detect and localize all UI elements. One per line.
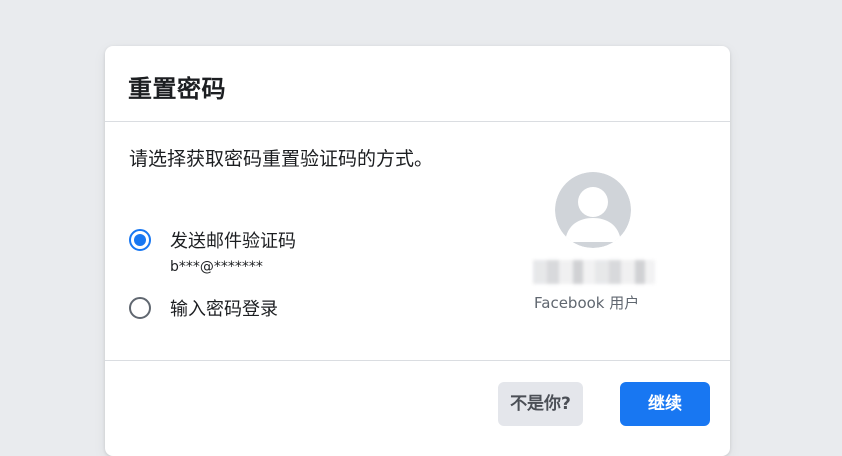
dialog-header: 重置密码 — [105, 46, 730, 122]
continue-button[interactable]: 继续 — [620, 382, 710, 426]
footer-divider — [105, 360, 730, 361]
profile-label: Facebook 用户 — [534, 294, 640, 312]
instruction-text: 请选择获取密码重置验证码的方式。 — [129, 148, 434, 170]
masked-email: b***@******* — [170, 259, 263, 275]
option-email-code-label: 发送邮件验证码 — [170, 231, 296, 252]
radio-email-code[interactable] — [129, 229, 151, 251]
reset-password-dialog: 重置密码 请选择获取密码重置验证码的方式。 发送邮件验证码 b***@*****… — [105, 46, 730, 456]
profile-card: Facebook 用户 — [525, 168, 685, 318]
blurred-name — [533, 260, 655, 284]
dialog-title: 重置密码 — [128, 75, 226, 103]
default-user-silhouette-icon — [555, 172, 631, 248]
not-you-button[interactable]: 不是你? — [498, 382, 583, 426]
radio-password-login[interactable] — [129, 297, 151, 319]
option-password-login-label: 输入密码登录 — [170, 299, 278, 320]
